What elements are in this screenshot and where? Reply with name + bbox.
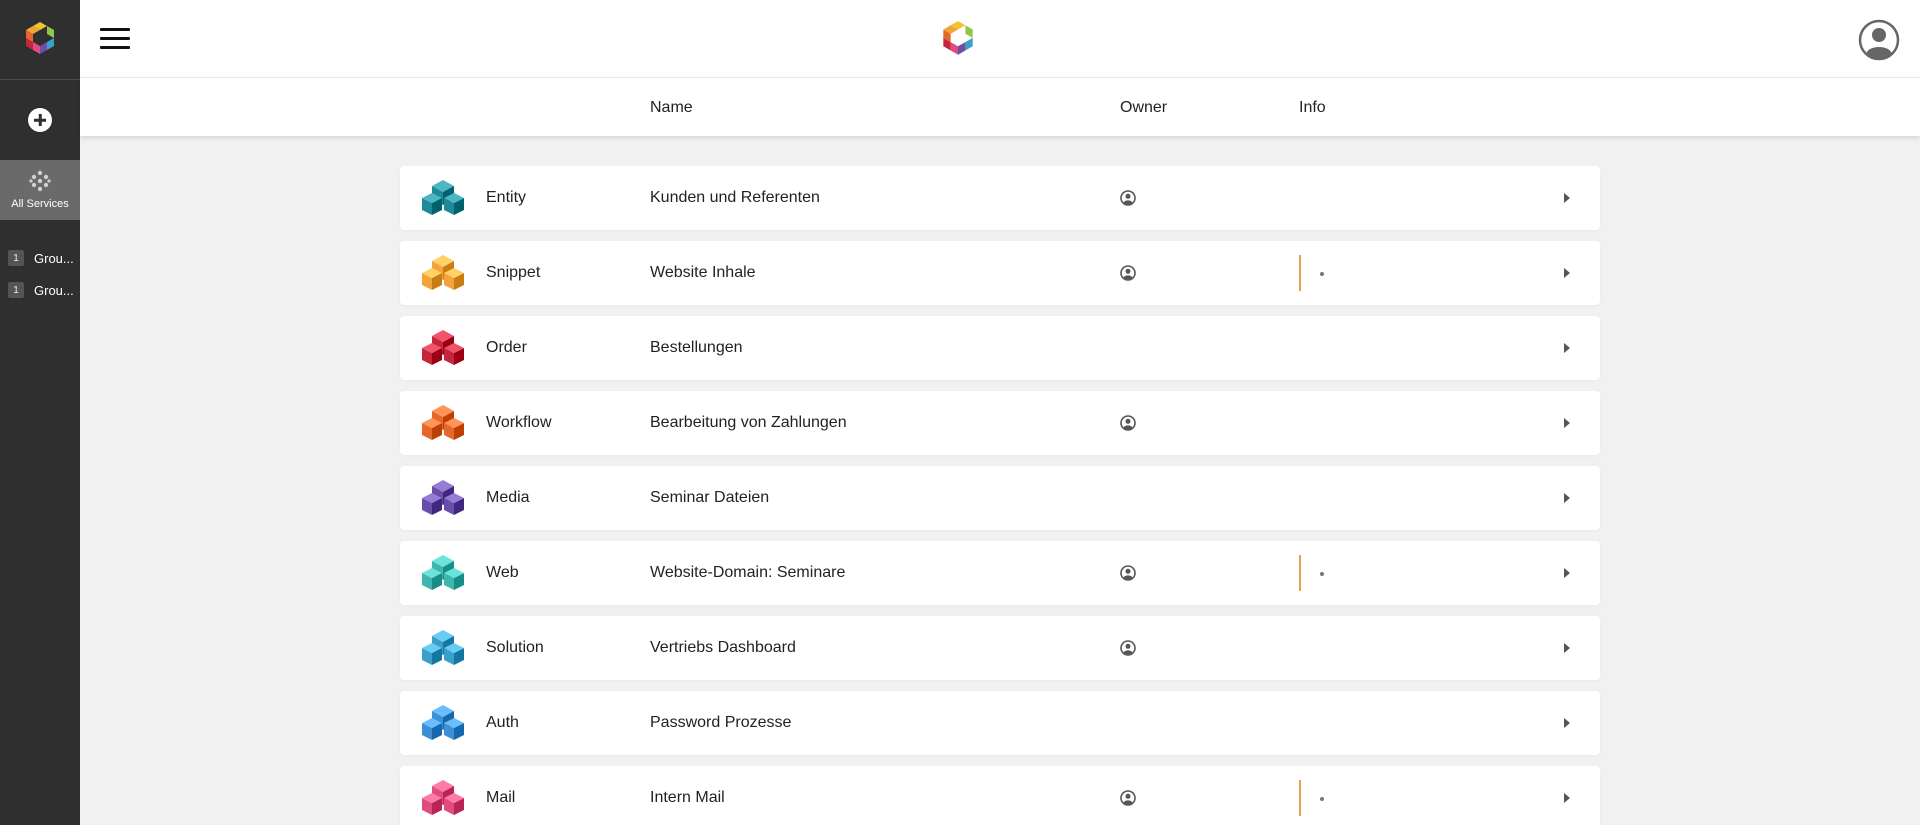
service-row[interactable]: Snippet Website Inhale	[400, 241, 1600, 305]
service-type: Mail	[486, 789, 516, 806]
service-row[interactable]: Solution Vertriebs Dashboard	[400, 616, 1600, 680]
plus-circle-icon	[28, 108, 52, 132]
group-count-badge: 1	[8, 250, 24, 266]
add-service-button[interactable]	[0, 80, 80, 160]
sidebar-item-group[interactable]: 1 Grou...	[0, 242, 80, 274]
user-circle-icon	[1120, 265, 1136, 281]
top-bar	[80, 0, 1920, 78]
chevron-right-icon[interactable]	[1564, 568, 1570, 578]
service-type: Web	[486, 564, 519, 581]
column-info[interactable]: Info	[1299, 99, 1326, 117]
service-type: Order	[486, 339, 527, 356]
user-circle-icon	[1120, 565, 1136, 581]
cube-icon	[422, 780, 464, 815]
user-circle-icon	[1120, 190, 1136, 206]
user-circle-icon	[1120, 415, 1136, 431]
chevron-right-icon[interactable]	[1564, 643, 1570, 653]
service-row[interactable]: Workflow Bearbeitung von Zahlungen	[400, 391, 1600, 455]
chevron-right-icon[interactable]	[1564, 268, 1570, 278]
sidebar-item-all-services[interactable]: All Services	[0, 160, 80, 220]
sidebar-logo[interactable]	[0, 0, 80, 80]
service-row[interactable]: Entity Kunden und Referenten	[400, 166, 1600, 230]
info-indicator-bar	[1299, 780, 1301, 816]
service-row[interactable]: Web Website-Domain: Seminare	[400, 541, 1600, 605]
cube-icon	[422, 705, 464, 740]
info-indicator-bar	[1299, 555, 1301, 591]
service-name: Bestellungen	[650, 339, 743, 356]
user-circle-icon	[1120, 790, 1136, 806]
service-name: Bearbeitung von Zahlungen	[650, 414, 847, 431]
service-type: Workflow	[486, 414, 552, 431]
cube-icon	[422, 255, 464, 290]
info-indicator-bar	[1299, 255, 1301, 291]
group-count-badge: 1	[8, 282, 24, 298]
service-name: Website-Domain: Seminare	[650, 564, 846, 581]
cube-icon	[422, 330, 464, 365]
service-list: Entity Kunden und Referenten Snippet Web…	[400, 166, 1600, 825]
service-type: Media	[486, 489, 530, 506]
dots-grid-icon	[29, 170, 51, 192]
service-row[interactable]: Order Bestellungen	[400, 316, 1600, 380]
hamburger-menu-icon[interactable]	[100, 28, 130, 50]
cube-icon	[422, 180, 464, 215]
sidebar-item-label: Grou...	[34, 250, 74, 266]
cube-icon	[422, 480, 464, 515]
service-name: Vertriebs Dashboard	[650, 639, 796, 656]
service-type: Snippet	[486, 264, 541, 281]
column-header: Name Owner Info	[80, 78, 1920, 136]
user-circle-icon	[1120, 640, 1136, 656]
info-dot	[1320, 797, 1324, 801]
chevron-right-icon[interactable]	[1564, 343, 1570, 353]
service-name: Password Prozesse	[650, 714, 792, 731]
brand-logo-icon	[26, 21, 54, 54]
cube-icon	[422, 405, 464, 440]
sidebar-item-label: Grou...	[34, 282, 74, 298]
service-name: Seminar Dateien	[650, 489, 770, 506]
account-avatar-icon[interactable]	[1858, 19, 1900, 61]
column-owner[interactable]: Owner	[1120, 99, 1167, 117]
sidebar: All Services 1 Grou... 1 Grou...	[0, 0, 80, 825]
chevron-right-icon[interactable]	[1564, 193, 1570, 203]
service-row[interactable]: Mail Intern Mail	[400, 766, 1600, 825]
brand-logo-icon	[943, 21, 973, 55]
info-dot	[1320, 572, 1324, 576]
service-type: Entity	[486, 189, 527, 206]
chevron-right-icon[interactable]	[1564, 418, 1570, 428]
cube-icon	[422, 630, 464, 665]
service-type: Auth	[486, 714, 519, 731]
info-dot	[1320, 272, 1324, 276]
chevron-right-icon[interactable]	[1564, 793, 1570, 803]
service-row[interactable]: Media Seminar Dateien	[400, 466, 1600, 530]
service-name: Kunden und Referenten	[650, 189, 820, 206]
service-type: Solution	[486, 639, 544, 656]
chevron-right-icon[interactable]	[1564, 718, 1570, 728]
sidebar-item-label: All Services	[11, 198, 69, 210]
chevron-right-icon[interactable]	[1564, 493, 1570, 503]
service-name: Website Inhale	[650, 264, 756, 281]
cube-icon	[422, 555, 464, 590]
service-name: Intern Mail	[650, 789, 725, 806]
service-row[interactable]: Auth Password Prozesse	[400, 691, 1600, 755]
column-name[interactable]: Name	[650, 99, 693, 117]
sidebar-item-group[interactable]: 1 Grou...	[0, 274, 80, 306]
